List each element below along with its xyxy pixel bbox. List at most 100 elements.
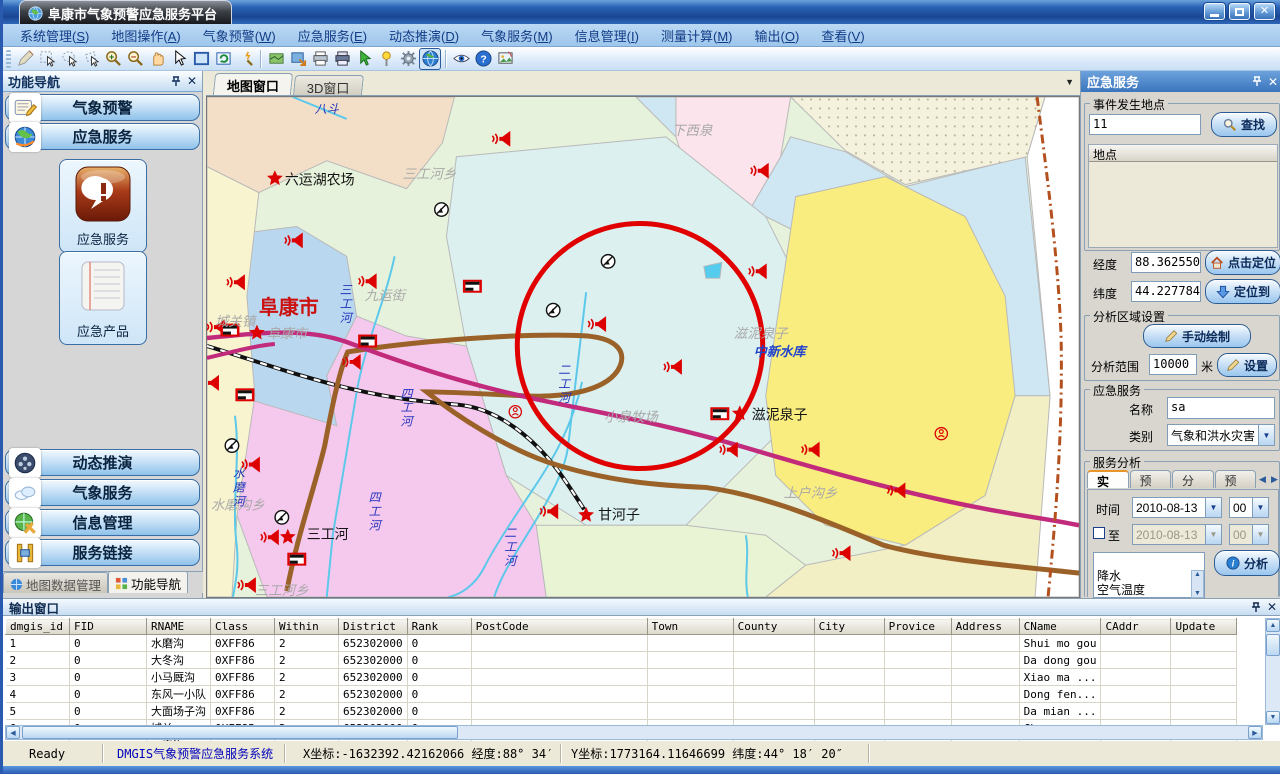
location-search-input[interactable]: 11 <box>1089 114 1201 135</box>
sidebar-item-应急服务[interactable]: 应急服务 <box>5 123 200 150</box>
output-vscrollbar[interactable]: ▲ ▼ <box>1265 618 1280 725</box>
select-rect-icon[interactable] <box>36 48 58 70</box>
station-icon[interactable] <box>225 439 238 452</box>
print-preview-icon[interactable] <box>331 48 353 70</box>
column-header-Address[interactable]: Address <box>951 619 1019 635</box>
column-header-Class[interactable]: Class <box>211 619 275 635</box>
analysis-tab-预案[interactable]: 预案 <box>1215 470 1257 488</box>
tab-dropdown-icon[interactable]: ▼ <box>1065 77 1074 87</box>
flag-icon[interactable] <box>463 280 482 293</box>
column-header-dmgis_id[interactable]: dmgis_id <box>6 619 70 635</box>
column-header-RNAME[interactable]: RNAME <box>147 619 211 635</box>
pin-icon[interactable] <box>1252 76 1262 87</box>
eye-icon[interactable] <box>450 48 472 70</box>
globe-icon[interactable] <box>419 48 441 70</box>
menu-item-系统管理[interactable]: 系统管理(S) <box>9 24 100 47</box>
column-header-Within[interactable]: Within <box>275 619 339 635</box>
to-date-select[interactable]: 2010-08-13▼ <box>1132 524 1222 545</box>
hour-select[interactable]: 00▼ <box>1229 497 1269 518</box>
analysis-tab-分析[interactable]: 分析 <box>1172 470 1214 488</box>
pointer-icon[interactable] <box>168 48 190 70</box>
menu-item-应急服务[interactable]: 应急服务(E) <box>287 24 378 47</box>
menu-item-气象预警[interactable]: 气象预警(W) <box>192 24 287 47</box>
flag-icon[interactable] <box>358 335 377 348</box>
photo-icon[interactable] <box>494 48 516 70</box>
goto-button[interactable]: 定位到 <box>1205 279 1280 304</box>
zoom-out-icon[interactable]: − <box>124 48 146 70</box>
menu-item-动态推演[interactable]: 动态推演(D) <box>378 24 470 47</box>
refresh-icon[interactable] <box>212 48 234 70</box>
shortcut-应急产品[interactable]: 应急产品 <box>59 251 147 345</box>
extent-icon[interactable] <box>190 48 212 70</box>
set-range-button[interactable]: 设置 <box>1217 353 1277 377</box>
measure-icon[interactable] <box>14 48 36 70</box>
tab-scroll-left-icon[interactable]: ◀ <box>1259 474 1266 485</box>
close-panel-icon[interactable]: ✕ <box>1267 600 1277 614</box>
pin-icon[interactable] <box>1251 602 1261 613</box>
menu-item-地图操作[interactable]: 地图操作(A) <box>100 24 191 47</box>
select-lasso-icon[interactable] <box>58 48 80 70</box>
menu-item-输出[interactable]: 输出(O) <box>744 24 811 47</box>
close-panel-icon[interactable]: ✕ <box>1268 75 1278 89</box>
tab-3D窗口[interactable]: 3D窗口 <box>293 75 364 95</box>
station-icon[interactable] <box>435 203 448 216</box>
locate-button[interactable]: 点击定位 <box>1205 250 1280 275</box>
dropdown-arrow-icon[interactable]: ▼ <box>1258 425 1274 445</box>
restore-button[interactable] <box>1229 3 1250 20</box>
sidebar-item-信息管理[interactable]: 信息管理 <box>5 509 200 536</box>
column-header-City[interactable]: City <box>814 619 884 635</box>
zoom-in-icon[interactable]: + <box>102 48 124 70</box>
analyze-button[interactable]: i 分析 <box>1214 550 1280 576</box>
sidebar-item-气象服务[interactable]: 气象服务 <box>5 479 200 506</box>
menu-item-测量计算[interactable]: 测量计算(M) <box>650 24 744 47</box>
column-header-Update[interactable]: Update <box>1171 619 1237 635</box>
pin-icon[interactable] <box>171 76 181 87</box>
table-row[interactable]: 10水磨沟0XFF8626523020000Shui mo gou <box>6 635 1237 652</box>
column-header-District[interactable]: District <box>339 619 408 635</box>
service-name-input[interactable]: sa <box>1167 397 1275 419</box>
sidebar-item-气象预警[interactable]: 气象预警 <box>5 94 200 121</box>
manual-draw-button[interactable]: 手动绘制 <box>1143 324 1251 348</box>
search-button[interactable]: 查找 <box>1211 112 1277 137</box>
table-row[interactable]: 50大面场子沟0XFF8626523020000Da mian ... <box>6 703 1237 720</box>
flag-icon[interactable] <box>287 553 306 566</box>
longitude-input[interactable]: 88.36255063 <box>1131 252 1201 273</box>
close-panel-icon[interactable]: ✕ <box>187 74 197 88</box>
pin-icon[interactable] <box>375 48 397 70</box>
column-header-Provice[interactable]: Provice <box>884 619 951 635</box>
select-poly-icon[interactable] <box>80 48 102 70</box>
station-icon[interactable] <box>546 303 559 316</box>
column-header-County[interactable]: County <box>733 619 814 635</box>
image-export-icon[interactable] <box>287 48 309 70</box>
analysis-tab-实况[interactable]: 实况 <box>1087 470 1129 488</box>
column-header-CName[interactable]: CName <box>1019 619 1101 635</box>
map-canvas[interactable]: 八斗六运湖农场三工河乡下西泉九运街阜康市城关镇阜康市滋泥泉子中新水库滋泥泉子小泉… <box>206 96 1080 598</box>
toolbar-grip[interactable] <box>6 50 11 68</box>
station-icon[interactable] <box>601 255 614 268</box>
pan-icon[interactable] <box>146 48 168 70</box>
location-list[interactable]: 地点 <box>1088 144 1278 248</box>
to-checkbox[interactable] <box>1093 527 1105 539</box>
tab-功能导航[interactable]: 功能导航 <box>108 571 188 593</box>
minimize-button[interactable] <box>1204 3 1225 20</box>
range-input[interactable]: 10000 <box>1149 354 1197 375</box>
element-item[interactable]: 空气温度 <box>1094 583 1204 597</box>
output-hscrollbar[interactable]: ◀ ▶ <box>5 725 1263 740</box>
station-icon[interactable] <box>275 511 288 524</box>
element-listbox[interactable]: 降水空气温度 <box>1093 552 1205 598</box>
column-header-Town[interactable]: Town <box>647 619 733 635</box>
sidebar-item-动态推演[interactable]: 动态推演 <box>5 449 200 476</box>
tab-scroll-right-icon[interactable]: ▶ <box>1271 474 1278 485</box>
listbox-scrollbar[interactable]: ▲▼ <box>1191 570 1204 598</box>
menu-item-查看[interactable]: 查看(V) <box>810 24 875 47</box>
table-row[interactable]: 20大冬沟0XFF8626523020000Da dong gou <box>6 652 1237 669</box>
element-item[interactable]: 降水 <box>1094 569 1204 583</box>
tab-地图窗口[interactable]: 地图窗口 <box>213 73 293 95</box>
service-type-select[interactable]: 气象和洪水灾害▼ <box>1167 424 1275 446</box>
menu-item-信息管理[interactable]: 信息管理(I) <box>564 24 650 47</box>
date-select[interactable]: 2010-08-13▼ <box>1132 497 1222 518</box>
zoom-window-icon[interactable]: circle cx="7" cy="7" r="5" fill="#fdf4cf… <box>234 48 256 70</box>
column-header-CAddr[interactable]: CAddr <box>1101 619 1171 635</box>
help-icon[interactable]: ? <box>472 48 494 70</box>
to-hour-select[interactable]: 00▼ <box>1229 524 1269 545</box>
